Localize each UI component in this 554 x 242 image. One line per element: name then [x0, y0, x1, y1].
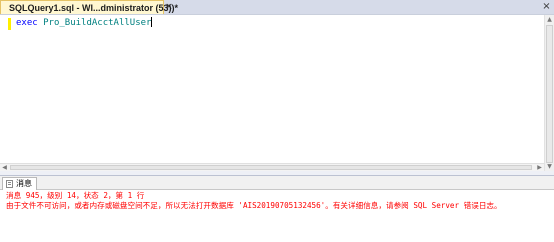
changed-line-marker — [8, 18, 11, 30]
close-icon[interactable]: × — [164, 2, 174, 12]
ssms-query-window: SQLQuery1.sql - WI...dministrator (53))*… — [0, 0, 554, 242]
horizontal-scrollbar[interactable]: ◀ ▶ — [0, 163, 544, 171]
error-message-text: 由于文件不可访问，或者内存或磁盘空间不足，所以无法打开数据库 'AIS20190… — [6, 201, 502, 210]
tab-sqlquery1-label: SQLQuery1.sql - WI...dministrator (53))* — [9, 2, 179, 13]
code-line[interactable]: exec Pro_BuildAcctAllUser — [16, 17, 153, 29]
scroll-down-icon[interactable]: ▼ — [545, 162, 554, 171]
scroll-left-icon[interactable]: ◀ — [0, 164, 9, 171]
close-window-icon[interactable]: × — [541, 1, 552, 12]
results-tab-strip: 消息 — [0, 176, 554, 190]
scroll-right-icon[interactable]: ▶ — [535, 164, 544, 171]
horizontal-scroll-thumb[interactable] — [10, 165, 532, 170]
messages-pane[interactable]: 消息 945，级别 14，状态 2，第 1 行 由于文件不可访问，或者内存或磁盘… — [0, 190, 554, 242]
procedure-name: Pro_BuildAcctAllUser — [43, 18, 152, 28]
document-lines-icon — [6, 180, 13, 188]
tab-messages[interactable]: 消息 — [2, 177, 37, 190]
tab-sqlquery1[interactable]: SQLQuery1.sql - WI...dministrator (53))* — [0, 0, 178, 14]
vertical-scrollbar[interactable]: ▲ ▼ — [544, 15, 554, 171]
vertical-scroll-thumb[interactable] — [546, 25, 553, 163]
error-message-header: 消息 945，级别 14，状态 2，第 1 行 — [6, 191, 145, 200]
document-tab-strip: SQLQuery1.sql - WI...dministrator (53))*… — [0, 0, 554, 15]
exec-keyword: exec — [16, 18, 38, 28]
scroll-up-icon[interactable]: ▲ — [545, 15, 554, 24]
tab-messages-label: 消息 — [16, 179, 32, 188]
query-editor[interactable]: exec Pro_BuildAcctAllUser — [0, 15, 544, 171]
text-caret — [151, 17, 153, 27]
